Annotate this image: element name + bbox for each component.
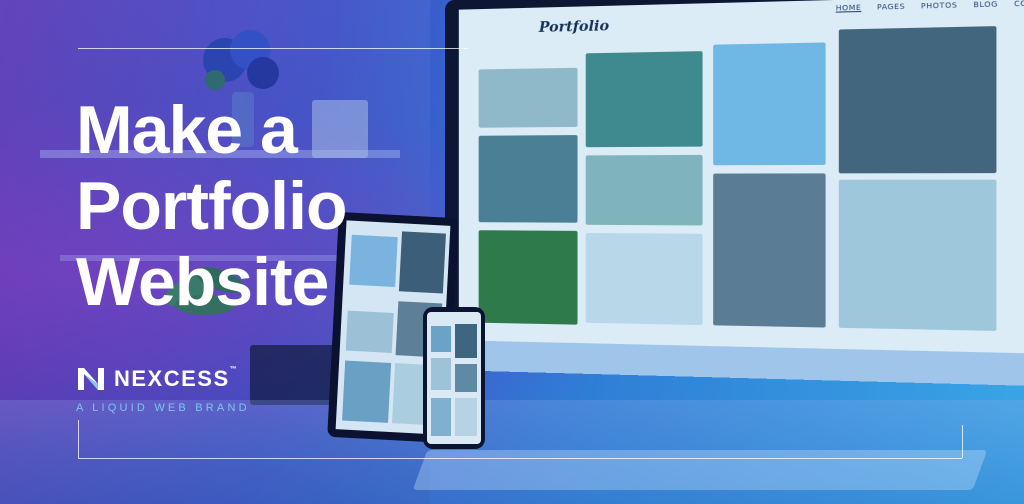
desktop-monitor: Portfolio HOME PAGES PHOTOS BLOG CONTACT [445,0,1024,388]
frame-line-left [78,420,79,458]
nav-photos: PHOTOS [920,1,958,11]
nav-pages: PAGES [876,2,906,12]
photo-tile [431,326,451,352]
portfolio-logo: Portfolio [538,18,610,36]
brand-tagline: A LIQUID WEB BRAND [76,402,250,414]
frame-line-bottom [78,458,962,459]
nav-contact: CONTACT [1014,0,1024,9]
photo-tile [478,135,578,223]
photo-tile [838,26,997,174]
nav-home: HOME [835,3,862,13]
photo-tile [838,179,997,331]
phone-screen [427,312,481,444]
nexcess-logo: NEXCESS™ [76,366,238,392]
photo-tile [585,51,703,148]
nexcess-mark-icon [78,368,104,390]
frame-line-top [78,48,468,49]
nav-blog: BLOG [973,0,998,10]
photo-tile [431,398,451,436]
photo-tile [342,360,392,423]
photo-tile [398,231,446,294]
photo-tile [585,154,703,226]
photo-tile [713,173,826,328]
keyboard-image [412,450,988,490]
title-line-3: Website [76,244,329,320]
monitor-screen: Portfolio HOME PAGES PHOTOS BLOG CONTACT [458,0,1024,355]
photo-grid [478,26,1024,343]
hydrangea-flower-image [203,30,279,90]
photo-tile [478,230,578,325]
photo-tile [455,324,477,358]
photo-tile [585,232,703,326]
photo-tile [349,234,398,288]
photo-tile [345,310,394,353]
portfolio-nav: HOME PAGES PHOTOS BLOG CONTACT [836,0,1024,13]
title-line-2: Portfolio [76,168,348,244]
photo-tile [455,398,477,436]
photo-tile [455,364,477,392]
frame-line-right [962,425,963,458]
photo-tile [478,67,578,128]
photo-tile [431,358,451,390]
photo-tile [713,42,826,166]
phone-device [423,307,485,449]
title-line-1: Make a [76,92,298,168]
page-title: Make a Portfolio Website [76,92,348,320]
brand-name: NEXCESS™ [114,366,239,391]
